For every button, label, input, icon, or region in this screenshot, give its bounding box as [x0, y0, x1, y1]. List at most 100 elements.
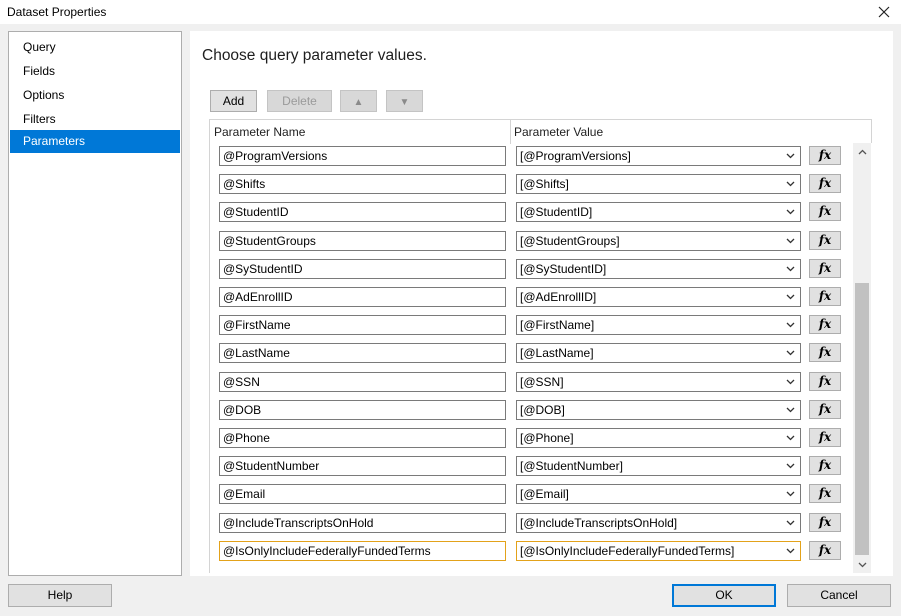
table-row: @StudentNumber [@StudentNumber] fx	[210, 453, 873, 481]
chevron-down-icon[interactable]	[783, 457, 797, 475]
expression-button[interactable]: fx	[809, 484, 841, 504]
chevron-down-icon[interactable]	[783, 175, 797, 193]
parameter-value-dropdown[interactable]: [@DOB]	[516, 399, 801, 420]
table-row: @SyStudentID [@SyStudentID] fx	[210, 256, 873, 284]
expression-button[interactable]: fx	[809, 202, 841, 222]
parameter-name-field[interactable]: @FirstName	[219, 315, 506, 336]
parameter-name-field[interactable]: @StudentNumber	[219, 456, 506, 477]
parameter-value-dropdown[interactable]: [@StudentGroups]	[516, 230, 801, 251]
cancel-button[interactable]: Cancel	[787, 584, 891, 607]
chevron-down-icon[interactable]	[783, 401, 797, 419]
parameter-name-field[interactable]: @ProgramVersions	[219, 146, 506, 166]
scroll-up-icon[interactable]	[853, 143, 871, 160]
chevron-down-icon[interactable]	[783, 542, 797, 560]
parameter-value-text: [@StudentNumber]	[520, 459, 623, 474]
chevron-down-icon[interactable]	[783, 514, 797, 532]
parameter-value-text: [@IsOnlyIncludeFederallyFundedTerms]	[520, 543, 735, 558]
expression-button[interactable]: fx	[809, 428, 841, 447]
scroll-down-icon[interactable]	[853, 556, 871, 573]
expression-button[interactable]: fx	[809, 399, 841, 419]
content-panel: Choose query parameter values. Add Delet…	[190, 31, 893, 576]
chevron-down-icon[interactable]	[783, 232, 797, 250]
table-row: @LastName [@LastName] fx	[210, 340, 873, 368]
parameter-value-dropdown[interactable]: [@AdEnrollID]	[516, 287, 801, 307]
table-row: @IncludeTranscriptsOnHold [@IncludeTransc…	[210, 510, 873, 538]
parameter-value-dropdown[interactable]: [@ProgramVersions]	[516, 146, 801, 166]
parameter-value-dropdown[interactable]: [@SyStudentID]	[516, 258, 801, 279]
sidebar-item-filters[interactable]: Filters	[10, 108, 180, 131]
expression-button[interactable]: fx	[809, 371, 841, 391]
expression-button[interactable]: fx	[809, 258, 841, 278]
parameter-value-dropdown[interactable]: [@SSN]	[516, 371, 801, 392]
chevron-down-icon[interactable]	[783, 316, 797, 334]
chevron-down-icon[interactable]	[783, 373, 797, 391]
title-bar: Dataset Properties	[0, 0, 901, 24]
parameter-value-text: [@Shifts]	[520, 177, 569, 192]
parameter-value-dropdown[interactable]: [@IsOnlyIncludeFederallyFundedTerms]	[516, 540, 801, 561]
column-header-name: Parameter Name	[214, 125, 306, 139]
table-row: @Shifts [@Shifts] fx	[210, 171, 873, 199]
move-down-button[interactable]: ▼	[386, 90, 423, 112]
scrollbar-thumb[interactable]	[855, 283, 869, 555]
sidebar-item-query[interactable]: Query	[10, 36, 180, 59]
parameter-name-field[interactable]: @Email	[219, 484, 506, 505]
parameter-value-dropdown[interactable]: [@StudentID]	[516, 202, 801, 223]
page-title: Choose query parameter values.	[202, 47, 427, 64]
parameter-value-dropdown[interactable]: [@FirstName]	[516, 315, 801, 336]
parameter-name-field[interactable]: @AdEnrollID	[219, 287, 506, 307]
parameter-name-field[interactable]: @StudentGroups	[219, 230, 506, 251]
close-icon[interactable]	[867, 0, 901, 24]
add-button[interactable]: Add	[210, 90, 257, 112]
parameter-value-text: [@SSN]	[520, 374, 564, 389]
parameter-value-dropdown[interactable]: [@Phone]	[516, 428, 801, 448]
parameter-name-field[interactable]: @IsOnlyIncludeFederallyFundedTerms	[219, 540, 506, 561]
table-row: @AdEnrollID [@AdEnrollID] fx	[210, 284, 873, 312]
parameter-name-field[interactable]: @StudentID	[219, 202, 506, 223]
parameter-value-text: [@StudentGroups]	[520, 233, 620, 248]
chevron-down-icon[interactable]	[783, 485, 797, 503]
expression-button[interactable]: fx	[809, 512, 841, 532]
expression-button[interactable]: fx	[809, 456, 841, 476]
table-row: @Email [@Email] fx	[210, 481, 873, 509]
ok-button[interactable]: OK	[672, 584, 776, 607]
parameter-name-field[interactable]: @DOB	[219, 399, 506, 420]
parameter-name-field[interactable]: @Shifts	[219, 174, 506, 195]
expression-button[interactable]: fx	[809, 343, 841, 363]
parameter-name-field[interactable]: @LastName	[219, 343, 506, 364]
chevron-down-icon[interactable]	[783, 288, 797, 306]
parameter-value-dropdown[interactable]: [@StudentNumber]	[516, 456, 801, 477]
chevron-down-icon[interactable]	[783, 429, 797, 447]
table-row: @FirstName [@FirstName] fx	[210, 312, 873, 340]
parameter-name-field[interactable]: @IncludeTranscriptsOnHold	[219, 512, 506, 533]
expression-button[interactable]: fx	[809, 315, 841, 335]
sidebar-item-fields[interactable]: Fields	[10, 60, 180, 83]
parameter-value-dropdown[interactable]: [@Shifts]	[516, 174, 801, 195]
parameter-name-field[interactable]: @SyStudentID	[219, 258, 506, 279]
help-button[interactable]: Help	[8, 584, 112, 607]
vertical-scrollbar[interactable]	[853, 143, 871, 573]
expression-button[interactable]: fx	[809, 146, 841, 165]
window-title: Dataset Properties	[7, 5, 107, 19]
column-header-value: Parameter Value	[514, 125, 604, 139]
parameter-name-field[interactable]: @SSN	[219, 371, 506, 392]
expression-button[interactable]: fx	[809, 287, 841, 306]
parameter-name-field[interactable]: @Phone	[219, 428, 506, 448]
parameter-value-dropdown[interactable]: [@Email]	[516, 484, 801, 505]
chevron-down-icon[interactable]	[783, 203, 797, 221]
move-up-button[interactable]: ▲	[340, 90, 377, 112]
parameter-value-text: [@ProgramVersions]	[520, 149, 631, 163]
expression-button[interactable]: fx	[809, 174, 841, 194]
expression-button[interactable]: fx	[809, 540, 841, 560]
arrow-down-icon: ▼	[399, 97, 410, 108]
chevron-down-icon[interactable]	[783, 147, 797, 165]
parameter-value-text: [@DOB]	[520, 402, 565, 417]
chevron-down-icon[interactable]	[783, 260, 797, 278]
chevron-down-icon[interactable]	[783, 344, 797, 362]
sidebar-item-options[interactable]: Options	[10, 84, 180, 107]
parameter-value-dropdown[interactable]: [@IncludeTranscriptsOnHold]	[516, 512, 801, 533]
sidebar-item-parameters[interactable]: Parameters	[10, 130, 180, 153]
delete-button[interactable]: Delete	[267, 90, 332, 112]
expression-button[interactable]: fx	[809, 230, 841, 250]
parameter-value-text: [@StudentID]	[520, 205, 593, 220]
parameter-value-dropdown[interactable]: [@LastName]	[516, 343, 801, 364]
